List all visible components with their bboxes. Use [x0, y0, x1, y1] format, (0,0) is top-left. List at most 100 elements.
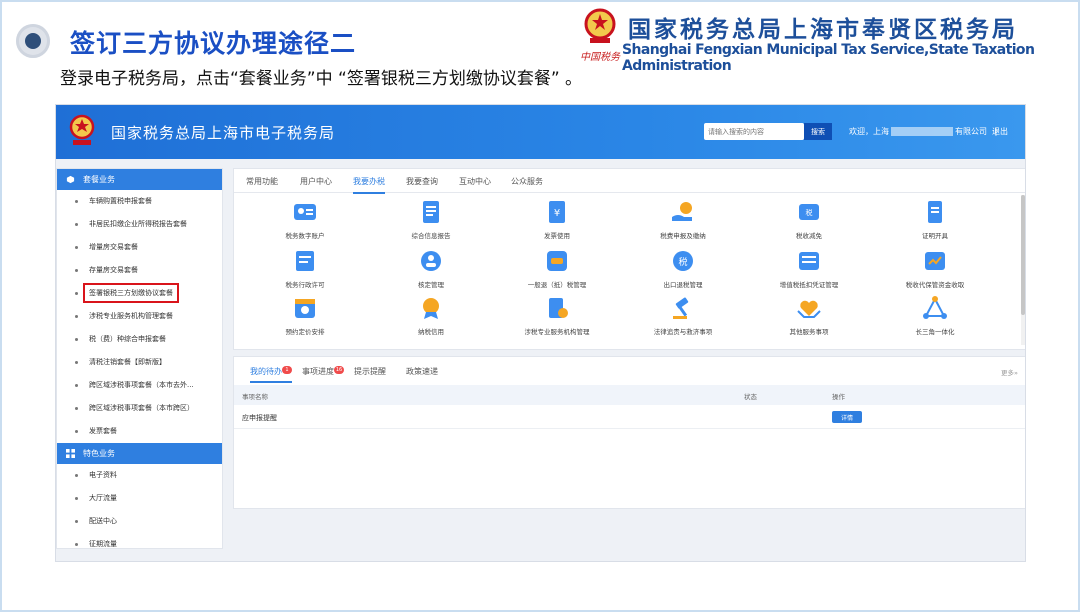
col-item-name: 事项名称 — [242, 393, 268, 401]
sidebar-item[interactable]: 税（费）种综合申报套餐 — [57, 328, 222, 351]
progress-count-badge: 16 — [334, 366, 344, 374]
func-invoice[interactable]: ¥ 发票使用 — [502, 199, 612, 240]
tab-public-service[interactable]: 公众服务 — [511, 176, 543, 187]
func-admin-license[interactable]: 税务行政许可 — [250, 248, 360, 289]
sidebar-item[interactable]: 增量房交易套餐 — [57, 236, 222, 259]
tab-common[interactable]: 常用功能 — [246, 176, 278, 187]
sidebar-item[interactable]: 发票套餐 — [57, 420, 222, 443]
func-pricing-arrangement[interactable]: 预约定价安排 — [250, 295, 360, 336]
certificate-icon — [928, 201, 942, 223]
func-yangtze-delta[interactable]: 长三角一体化 — [880, 295, 990, 336]
tab-policy-news[interactable]: 政策速递 — [406, 366, 438, 377]
func-certificate[interactable]: 证明开具 — [880, 199, 990, 240]
sidebar-item[interactable]: 配送中心 — [57, 510, 222, 533]
sidebar-section-special[interactable]: 特色业务 — [57, 443, 222, 464]
tax-emblem-icon — [584, 8, 616, 43]
sidebar-item[interactable]: 涉税专业服务机构管理套餐 — [57, 305, 222, 328]
sidebar-item[interactable]: 跨区域涉税事项套餐（本市跨区） — [57, 397, 222, 420]
scrollbar-thumb[interactable] — [1021, 195, 1025, 315]
vat-icon — [799, 252, 819, 270]
slide-title: 签订三方协议办理途径二 — [70, 29, 357, 58]
todo-count-badge: 1 — [282, 366, 292, 374]
tab-interaction[interactable]: 互动中心 — [459, 176, 491, 187]
document-icon — [423, 201, 439, 223]
sidebar-item[interactable]: 非居民扣缴企业所得税报告套餐 — [57, 213, 222, 236]
greeting-prefix: 欢迎，上海 — [849, 127, 889, 136]
sidebar-item[interactable]: 跨区域涉税事项套餐（本市去外... — [57, 374, 222, 397]
sidebar: 套餐业务 车辆购置税申报套餐 非居民扣缴企业所得税报告套餐 增量房交易套餐 存量… — [56, 168, 223, 549]
bureau-name-en: Shanghai Fengxian Municipal Tax Service,… — [622, 42, 1035, 74]
user-greeting: 欢迎，上海 有限公司 | — [849, 126, 997, 137]
sidebar-section-title: 特色业务 — [83, 449, 115, 458]
portal-screenshot: 国家税务总局上海市电子税务局 搜索 欢迎，上海有限公司 | 退出 套餐业务 车辆… — [55, 104, 1026, 562]
func-refund[interactable]: 一般退（抵）税管理 — [502, 248, 612, 289]
col-status: 状态 — [744, 393, 757, 401]
logout-link[interactable]: 退出 — [992, 126, 1008, 137]
sidebar-section-title: 套餐业务 — [83, 175, 115, 184]
col-action: 操作 — [832, 393, 845, 401]
func-assessment[interactable]: 核定管理 — [376, 248, 486, 289]
func-agency-management[interactable]: 涉税专业服务机构管理 — [502, 295, 612, 336]
sidebar-item[interactable]: 大厅流量 — [57, 487, 222, 510]
highlight-box — [83, 283, 179, 303]
func-info-report[interactable]: 综合信息报告 — [376, 199, 486, 240]
triangle-network-icon — [923, 296, 947, 319]
table-row: 应申报提醒 详情 — [234, 405, 1025, 429]
grid-icon — [66, 449, 75, 458]
func-vat-deduction[interactable]: 增值税抵扣凭证管理 — [754, 248, 864, 289]
portal-logo-icon — [69, 114, 95, 145]
tab-progress[interactable]: 事项进度 16 — [302, 366, 344, 377]
portal-title: 国家税务总局上海市电子税务局 — [111, 124, 336, 142]
svg-text:¥: ¥ — [554, 208, 560, 219]
bureau-name-cn: 国家税务总局上海市奉贤区税务局 — [628, 17, 1018, 43]
payment-hand-icon — [672, 202, 692, 221]
sidebar-item[interactable]: 清税注销套餐【即新版】 — [57, 351, 222, 374]
credit-medal-icon — [423, 298, 439, 319]
sidebar-item[interactable]: 车辆购置税申报套餐 — [57, 190, 222, 213]
package-icon — [66, 175, 75, 184]
func-tax-relief[interactable]: 税 税收减免 — [754, 199, 864, 240]
id-card-icon — [294, 204, 316, 220]
calendar-icon — [295, 299, 315, 318]
tab-user-center[interactable]: 用户中心 — [300, 176, 332, 187]
fund-icon — [925, 252, 945, 270]
function-tabs: 常用功能 用户中心 我要办税 我要查询 互动中心 公众服务 — [234, 169, 1025, 194]
portal-header: 国家税务总局上海市电子税务局 搜索 欢迎，上海有限公司 | 退出 — [56, 105, 1025, 159]
func-declare-pay[interactable]: 税费申报及缴纳 — [628, 199, 738, 240]
search-input[interactable] — [704, 123, 804, 140]
agency-icon — [549, 298, 568, 318]
sidebar-item-tripartite-agreement[interactable]: 签署银税三方划缴协议套餐 — [57, 282, 222, 305]
function-panel: 常用功能 用户中心 我要办税 我要查询 互动中心 公众服务 税务数字账户 综合信… — [233, 168, 1025, 350]
sidebar-item[interactable]: 存量房交易套餐 — [57, 259, 222, 282]
details-button[interactable]: 详情 — [832, 411, 862, 423]
row-item-name: 应申报提醒 — [242, 414, 277, 422]
invoice-icon: ¥ — [549, 201, 565, 223]
search-button[interactable]: 搜索 — [804, 123, 832, 140]
gavel-icon — [673, 297, 689, 319]
slide-subtitle: 登录电子税务局，点击“套餐业务”中 “签署银税三方划缴协议套餐” 。 — [60, 69, 583, 89]
func-legal-remedy[interactable]: 法律追责与救济事项 — [628, 295, 738, 336]
greeting-suffix: 有限公司 — [955, 127, 987, 136]
export-refund-icon: 税 — [673, 251, 693, 271]
tab-query[interactable]: 我要查询 — [406, 176, 438, 187]
tab-my-todo[interactable]: 我的待办 1 — [250, 366, 292, 383]
tax-relief-icon: 税 — [799, 204, 819, 220]
func-other-services[interactable]: 其他服务事项 — [754, 295, 864, 336]
user-check-icon — [421, 251, 441, 271]
sidebar-item[interactable]: 征期流量 — [57, 533, 222, 556]
func-export-refund[interactable]: 税 出口退税管理 — [628, 248, 738, 289]
svg-text:税: 税 — [678, 256, 687, 268]
tab-reminders[interactable]: 提示提醒 — [354, 366, 386, 377]
func-custody-funds[interactable]: 税收代保管资金收取 — [880, 248, 990, 289]
sidebar-item[interactable]: 电子资料 — [57, 464, 222, 487]
refund-icon — [547, 251, 567, 271]
sidebar-section-packages[interactable]: 套餐业务 — [57, 169, 222, 190]
bullet-icon — [16, 24, 50, 58]
more-link[interactable]: 更多» — [1001, 367, 1018, 377]
tab-tax-handling[interactable]: 我要办税 — [353, 176, 385, 194]
todo-table-header: 事项名称 状态 操作 — [234, 385, 1025, 405]
func-digital-account[interactable]: 税务数字账户 — [250, 199, 360, 240]
func-credit[interactable]: 纳税信用 — [376, 295, 486, 336]
todo-panel: 我的待办 1 事项进度 16 提示提醒 政策速递 更多» 事项名称 状态 操作 应申… — [233, 356, 1025, 509]
masked-company-name — [891, 127, 953, 136]
